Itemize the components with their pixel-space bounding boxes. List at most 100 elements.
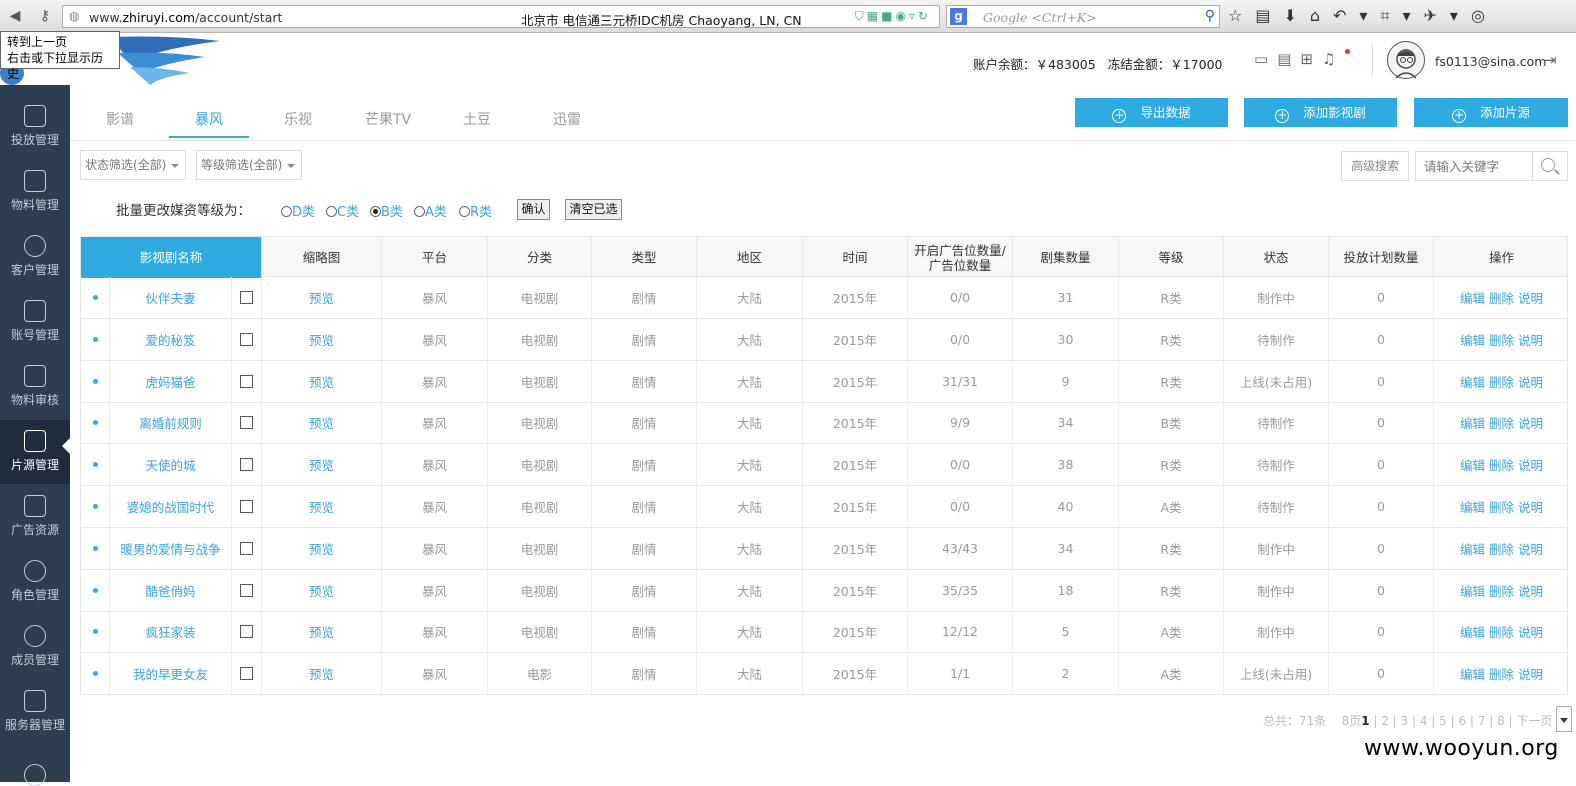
delete-link[interactable]: 删除: [1489, 581, 1514, 600]
preview-link[interactable]: 预览: [261, 360, 381, 402]
page-links[interactable]: | 2 | 3 | 4 | 5 | 6 | 7 | 8 | 下一页: [1373, 714, 1552, 728]
advanced-search-button[interactable]: 高级搜索: [1341, 151, 1409, 181]
edit-link[interactable]: 编辑: [1460, 664, 1485, 683]
sidebar-item-ad-resources[interactable]: 广告资源: [0, 485, 70, 549]
delete-link[interactable]: 删除: [1489, 539, 1514, 558]
info-link[interactable]: 说明: [1518, 539, 1543, 558]
avatar[interactable]: [1387, 41, 1425, 79]
radio-r[interactable]: R类: [459, 201, 492, 220]
preview-link[interactable]: 预览: [261, 277, 381, 318]
header-icons[interactable]: ▭▤⊞♫: [1254, 50, 1344, 68]
sidebar-item-members[interactable]: 成员管理: [0, 615, 70, 679]
row-checkbox[interactable]: [240, 541, 253, 555]
edit-link[interactable]: 编辑: [1460, 372, 1485, 391]
row-checkbox[interactable]: [240, 332, 253, 346]
edit-link[interactable]: 编辑: [1460, 581, 1485, 600]
keyword-input[interactable]: [1415, 151, 1533, 181]
sidebar-item-sources[interactable]: 片源管理: [0, 420, 70, 484]
delete-link[interactable]: 删除: [1489, 413, 1514, 432]
user-email[interactable]: fs0113@sina.com: [1435, 54, 1546, 69]
wallet-icon[interactable]: ▭: [1254, 50, 1277, 68]
delete-link[interactable]: 删除: [1489, 455, 1514, 474]
row-checkbox[interactable]: [240, 416, 253, 430]
cell-name[interactable]: 天使的城: [109, 444, 231, 486]
sidebar-item-servers[interactable]: 服务器管理: [0, 680, 70, 744]
tab-xunlei[interactable]: 迅雷: [527, 98, 607, 138]
page-select[interactable]: [1556, 706, 1572, 732]
add-source-button[interactable]: + 添加片源: [1414, 98, 1568, 127]
info-link[interactable]: 说明: [1518, 455, 1543, 474]
row-checkbox[interactable]: [240, 583, 253, 597]
sidebar-item-more[interactable]: [0, 750, 70, 786]
delete-link[interactable]: 删除: [1489, 664, 1514, 683]
row-checkbox[interactable]: [240, 291, 253, 304]
radio-c[interactable]: C类: [326, 201, 359, 220]
bell-icon[interactable]: ♫: [1322, 50, 1344, 68]
key-icon[interactable]: ⚷: [34, 6, 56, 26]
row-checkbox[interactable]: [240, 500, 253, 513]
cell-name[interactable]: 酷爸俏妈: [109, 569, 231, 611]
extension-icons[interactable]: ⛉▦■◉▿↻: [855, 9, 931, 24]
clear-selection-button[interactable]: 清空已选: [565, 199, 622, 220]
sidebar-item-roles[interactable]: 角色管理: [0, 550, 70, 614]
sidebar-item-review[interactable]: 物料审核: [0, 355, 70, 419]
delete-link[interactable]: 删除: [1489, 372, 1514, 391]
delete-link[interactable]: 删除: [1489, 497, 1514, 516]
search-icon[interactable]: ⚲: [1205, 8, 1215, 24]
status-filter[interactable]: 状态筛选(全部): [80, 150, 186, 180]
edit-link[interactable]: 编辑: [1460, 288, 1485, 307]
info-link[interactable]: 说明: [1518, 581, 1543, 600]
info-link[interactable]: 说明: [1518, 622, 1543, 641]
radio-b[interactable]: B类: [370, 201, 403, 220]
confirm-button[interactable]: 确认: [517, 199, 550, 220]
row-checkbox[interactable]: [240, 625, 253, 639]
cell-name[interactable]: 虎妈猫爸: [109, 360, 231, 402]
edit-link[interactable]: 编辑: [1460, 413, 1485, 432]
cell-name[interactable]: 爱的秘笈: [109, 318, 231, 360]
delete-link[interactable]: 删除: [1489, 288, 1514, 307]
delete-link[interactable]: 删除: [1489, 330, 1514, 349]
sidebar-item-customers[interactable]: 客户管理: [0, 225, 70, 289]
tab-yingpu[interactable]: 影谱: [80, 98, 160, 138]
address-bar[interactable]: ◍ www.zhiruyi.com/account/start 北京市 电信通三…: [62, 5, 940, 28]
edit-link[interactable]: 编辑: [1460, 330, 1485, 349]
edit-link[interactable]: 编辑: [1460, 539, 1485, 558]
preview-link[interactable]: 预览: [261, 402, 381, 444]
preview-link[interactable]: 预览: [261, 611, 381, 653]
export-button[interactable]: + 导出数据: [1075, 98, 1228, 127]
level-filter[interactable]: 等级筛选(全部): [196, 150, 302, 180]
current-page[interactable]: 1: [1361, 714, 1369, 728]
info-link[interactable]: 说明: [1518, 330, 1543, 349]
row-checkbox[interactable]: [240, 667, 253, 681]
back-icon[interactable]: ◀: [4, 6, 26, 26]
edit-link[interactable]: 编辑: [1460, 455, 1485, 474]
cell-name[interactable]: 暖男的爱情与战争: [109, 527, 231, 569]
info-link[interactable]: 说明: [1518, 413, 1543, 432]
preview-link[interactable]: 预览: [261, 444, 381, 486]
cell-name[interactable]: 离婚前规则: [109, 402, 231, 444]
folder-add-icon[interactable]: ⊞: [1300, 50, 1322, 68]
logout-icon[interactable]: ⇥: [1544, 51, 1557, 69]
radio-a[interactable]: A类: [414, 201, 447, 220]
row-checkbox[interactable]: [240, 374, 253, 388]
cell-name[interactable]: 婆媳的战国时代: [109, 486, 231, 527]
info-link[interactable]: 说明: [1518, 497, 1543, 516]
delete-link[interactable]: 删除: [1489, 622, 1514, 641]
tab-baofeng[interactable]: 暴风: [169, 98, 249, 138]
info-link[interactable]: 说明: [1518, 664, 1543, 683]
preview-link[interactable]: 预览: [261, 569, 381, 611]
tab-mgtv[interactable]: 芒果TV: [348, 98, 428, 138]
info-link[interactable]: 说明: [1518, 288, 1543, 307]
info-link[interactable]: 说明: [1518, 372, 1543, 391]
sidebar-item-materials[interactable]: 物料管理: [0, 160, 70, 224]
search-button[interactable]: [1532, 151, 1568, 181]
edit-link[interactable]: 编辑: [1460, 622, 1485, 641]
cell-name[interactable]: 疯狂家装: [109, 611, 231, 653]
sidebar-item-delivery[interactable]: 投放管理: [0, 95, 70, 159]
tab-tudou[interactable]: 土豆: [437, 98, 517, 138]
preview-link[interactable]: 预览: [261, 527, 381, 569]
cell-name[interactable]: 我的早更女友: [109, 653, 231, 695]
col-name[interactable]: 影视剧名称: [81, 237, 261, 278]
preview-link[interactable]: 预览: [261, 486, 381, 527]
sidebar-item-accounts[interactable]: 账号管理: [0, 290, 70, 354]
